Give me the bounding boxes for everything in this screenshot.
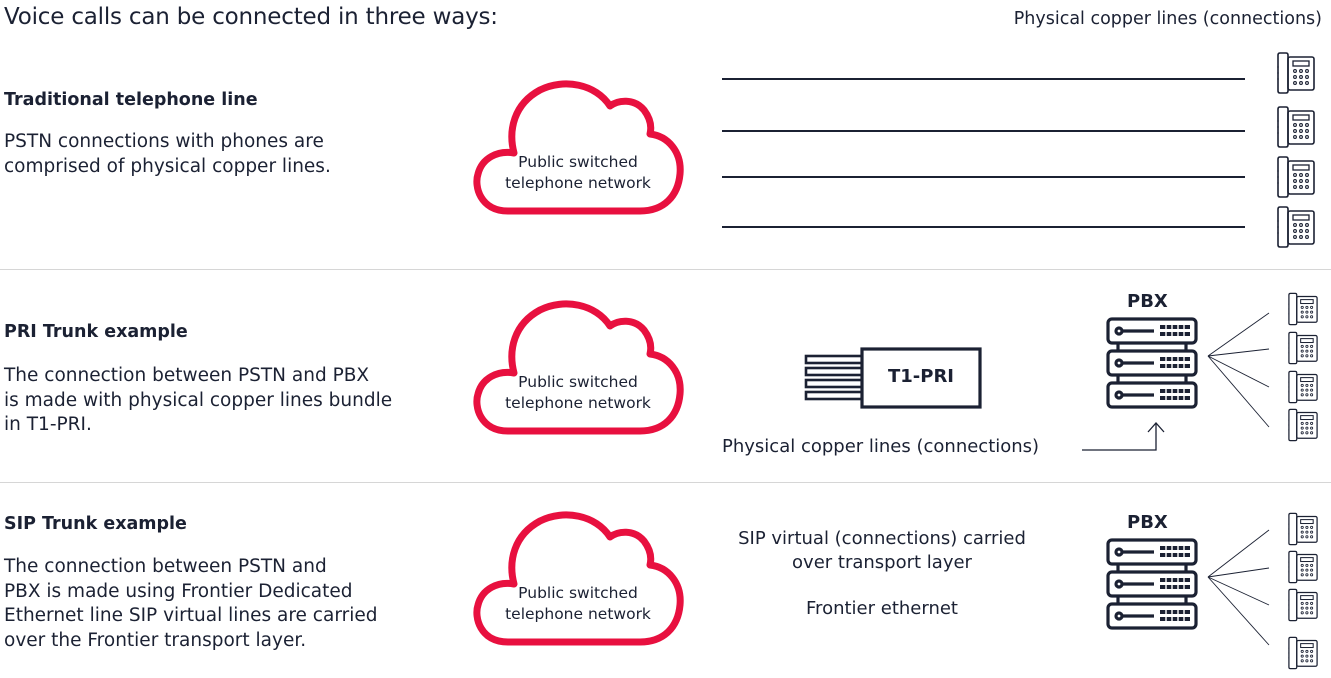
cloud-icon	[468, 296, 688, 446]
cloud-label: Public switched telephone network	[505, 584, 651, 623]
copper-lines-label: Physical copper lines (connections)	[1013, 9, 1322, 29]
pbx-server-icon	[1106, 316, 1198, 411]
section-divider	[0, 269, 1331, 270]
cloud-icon	[468, 76, 688, 226]
cloud-label: Public switched telephone network	[505, 153, 651, 192]
desk-phone-icon	[1283, 407, 1323, 443]
t1-pri-bundle: T1-PRI	[804, 346, 984, 410]
desk-phone-icon	[1283, 549, 1323, 585]
copper-lines-label: Physical copper lines (connections)	[722, 436, 1040, 457]
sip-transport-label: SIP virtual (connections) carried over t…	[738, 528, 1026, 573]
page-title: Voice calls can be connected in three wa…	[4, 4, 498, 30]
section-divider	[0, 482, 1331, 483]
desk-phone-icon	[1283, 330, 1323, 366]
copper-line	[722, 130, 1245, 132]
desk-phone-icon	[1270, 204, 1322, 250]
section-heading: Traditional telephone line	[4, 90, 258, 110]
desk-phone-icon	[1283, 511, 1323, 547]
copper-line	[722, 176, 1245, 178]
desk-phone-icon	[1270, 50, 1322, 96]
frontier-ethernet-label: Frontier ethernet	[806, 598, 958, 619]
section-description: PSTN connections with phones are compris…	[4, 131, 331, 177]
pstn-cloud: Public switched telephone network	[468, 507, 688, 657]
desk-phone-icon	[1283, 587, 1323, 623]
desk-phone-icon	[1270, 104, 1322, 150]
section-heading: SIP Trunk example	[4, 514, 187, 534]
phone-fanout-lines	[1207, 529, 1270, 646]
desk-phone-icon	[1283, 635, 1323, 671]
pstn-cloud: Public switched telephone network	[468, 296, 688, 446]
copper-line	[722, 78, 1245, 80]
desk-phone-icon	[1270, 154, 1322, 200]
arrow-up-icon	[1082, 422, 1165, 451]
copper-line	[722, 226, 1245, 228]
desk-phone-icon	[1283, 291, 1323, 327]
pbx-label: PBX	[1127, 291, 1168, 312]
section-heading: PRI Trunk example	[4, 322, 188, 342]
phone-fanout-lines	[1207, 312, 1270, 428]
cloud-icon	[468, 507, 688, 657]
section-description: The connection between PSTN and PBX is m…	[4, 365, 393, 435]
pstn-cloud: Public switched telephone network	[468, 76, 688, 226]
section-description: The connection between PSTN and PBX is m…	[4, 556, 378, 651]
cloud-label: Public switched telephone network	[505, 373, 651, 412]
pbx-server-icon	[1106, 537, 1198, 632]
desk-phone-icon	[1283, 369, 1323, 405]
t1-pri-label: T1-PRI	[887, 366, 955, 387]
pbx-label: PBX	[1127, 512, 1168, 533]
